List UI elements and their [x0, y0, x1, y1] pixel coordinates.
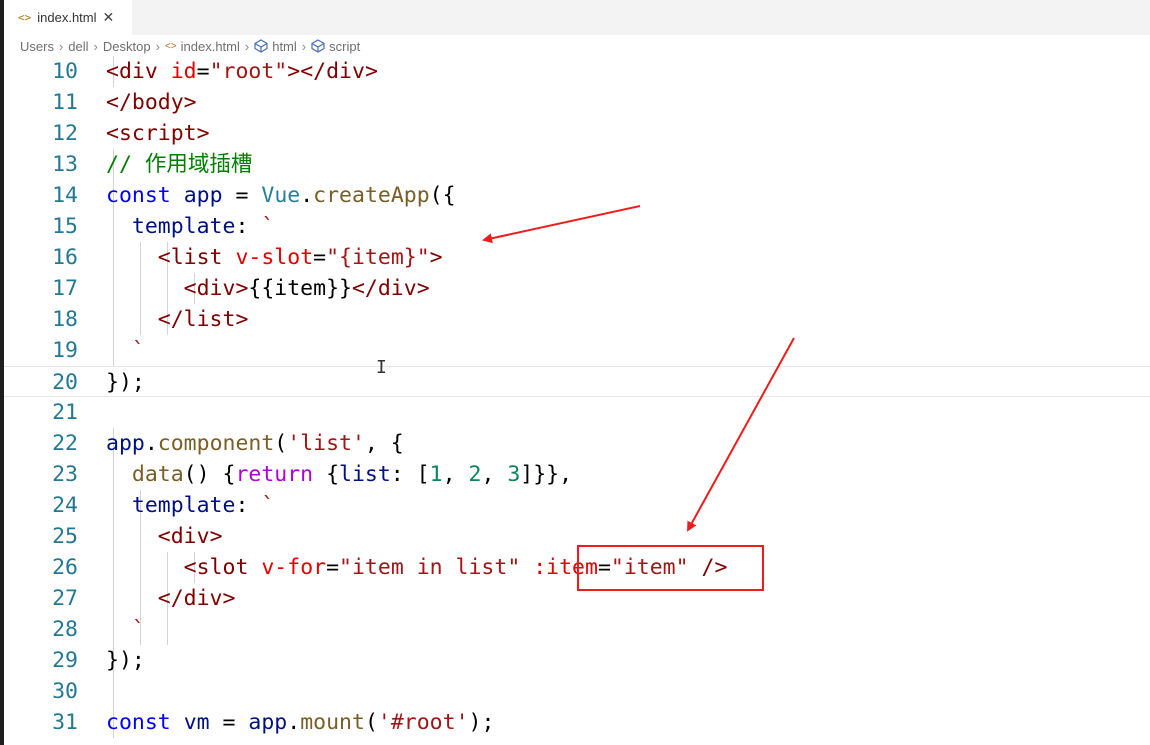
code-text: <script>	[106, 121, 210, 146]
code-text: <div>	[157, 524, 223, 549]
line-number: 17	[52, 276, 78, 301]
line-number: 12	[52, 121, 78, 146]
line-number: 26	[52, 555, 78, 580]
symbol-element-icon	[311, 39, 325, 53]
line-number: 30	[52, 679, 78, 704]
code-line[interactable]: 19 `	[4, 335, 1150, 366]
code-editor[interactable]: 10 <div id="root"></div> 11 </body> 12 <scrip…	[4, 56, 1150, 745]
chevron-right-icon: ›	[155, 38, 160, 54]
code-line[interactable]: 17 <div>{{item}}</div>	[4, 273, 1150, 304]
code-text: });	[106, 648, 145, 673]
breadcrumb-html[interactable]: html	[272, 39, 297, 54]
code-text: </body>	[106, 90, 197, 115]
line-number: 18	[52, 307, 78, 332]
line-number: 19	[52, 338, 78, 363]
chevron-right-icon: ›	[301, 38, 307, 54]
code-text: app.component('list', {	[106, 431, 404, 456]
line-number: 24	[52, 493, 78, 518]
code-text: <div>{{item}}</div>	[183, 276, 430, 301]
code-line[interactable]: 26 <slot v-for="item in list" :item="ite…	[4, 552, 1150, 583]
line-number: 21	[52, 400, 78, 425]
code-text: <div id="root"></div>	[106, 59, 378, 84]
code-line[interactable]: 13 // 作用域插槽	[4, 149, 1150, 180]
tab-label: index.html	[37, 10, 97, 25]
breadcrumb-users[interactable]: Users	[20, 39, 54, 54]
code-line[interactable]: 11 </body>	[4, 87, 1150, 118]
code-text: const vm = app.mount('#root');	[106, 710, 495, 735]
code-line[interactable]: 18 </list>	[4, 304, 1150, 335]
code-line[interactable]: 16 <list v-slot="{item}">	[4, 242, 1150, 273]
breadcrumb-desktop[interactable]: Desktop	[103, 39, 151, 54]
code-text: });	[106, 370, 145, 395]
line-number: 11	[52, 90, 78, 115]
line-number: 27	[52, 586, 78, 611]
line-number: 22	[52, 431, 78, 456]
symbol-element-icon	[254, 39, 268, 53]
line-number: 25	[52, 524, 78, 549]
code-line[interactable]: 15 template: `	[4, 211, 1150, 242]
html-file-icon: <>	[164, 40, 177, 52]
code-line[interactable]: 30	[4, 676, 1150, 707]
code-line[interactable]: 29});	[4, 645, 1150, 676]
code-text: `	[131, 338, 145, 363]
code-line[interactable]: 28 `	[4, 614, 1150, 645]
chevron-right-icon: ›	[58, 38, 64, 54]
code-line[interactable]: 22 app.component('list', {	[4, 428, 1150, 459]
tab-index-html[interactable]: <> index.html ✕	[4, 0, 132, 35]
breadcrumb-dell[interactable]: dell	[68, 39, 88, 54]
code-text: template: `	[131, 493, 275, 518]
code-text: template: `	[131, 214, 275, 239]
code-text: `	[131, 617, 145, 642]
code-line[interactable]: 23 data() {return {list: [1, 2, 3]}},	[4, 459, 1150, 490]
code-line[interactable]: 10 <div id="root"></div>	[4, 56, 1150, 87]
chevron-right-icon: ›	[244, 38, 250, 54]
code-line[interactable]: 24 template: `	[4, 490, 1150, 521]
code-text: <slot v-for="item in list" :item="item" …	[183, 555, 728, 580]
code-line[interactable]: 14 const app = Vue.createApp({	[4, 180, 1150, 211]
line-number: 16	[52, 245, 78, 270]
breadcrumb-script[interactable]: script	[329, 39, 360, 54]
code-text: </div>	[157, 586, 236, 611]
code-text: data() {return {list: [1, 2, 3]}},	[131, 462, 573, 487]
line-number: 23	[52, 462, 78, 487]
code-line[interactable]: 12 <script>	[4, 118, 1150, 149]
breadcrumb-index-html[interactable]: index.html	[181, 39, 240, 54]
text-cursor-icon: I	[376, 357, 387, 378]
html-file-icon: <>	[18, 11, 32, 24]
code-text: </list>	[157, 307, 249, 332]
code-line[interactable]: 20});	[4, 366, 1150, 397]
tab-bar: <> index.html ✕	[4, 0, 1150, 35]
code-line[interactable]: 25 <div>	[4, 521, 1150, 552]
breadcrumb: Users › dell › Desktop › <> index.html ›…	[20, 36, 360, 56]
line-number: 31	[52, 710, 78, 735]
line-number: 28	[52, 617, 78, 642]
code-text: <list v-slot="{item}">	[157, 245, 443, 270]
code-line[interactable]: 21	[4, 397, 1150, 428]
code-text: const app = Vue.createApp({	[106, 183, 456, 208]
line-number: 15	[52, 214, 78, 239]
line-number: 14	[52, 183, 78, 208]
line-number: 20	[52, 370, 78, 395]
line-number: 29	[52, 648, 78, 673]
code-line[interactable]: 31 const vm = app.mount('#root');	[4, 707, 1150, 738]
chevron-right-icon: ›	[93, 38, 98, 54]
code-line[interactable]: 27 </div>	[4, 583, 1150, 614]
line-number: 10	[52, 59, 78, 84]
line-number: 13	[52, 152, 78, 177]
close-icon[interactable]: ✕	[103, 9, 115, 26]
code-text: // 作用域插槽	[106, 152, 253, 177]
